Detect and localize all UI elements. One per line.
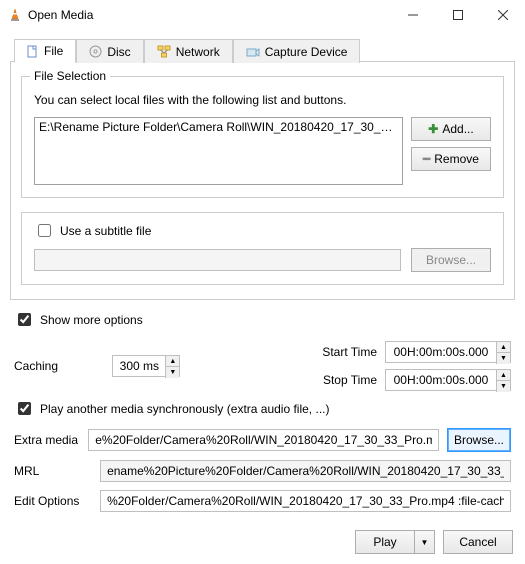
start-time-label: Start Time — [312, 345, 377, 359]
close-button[interactable] — [480, 0, 525, 30]
play-split-button[interactable]: Play ▼ — [355, 530, 435, 554]
footer: Play ▼ Cancel — [0, 520, 525, 564]
tab-disc[interactable]: Disc — [76, 39, 143, 63]
show-more-label: Show more options — [40, 313, 143, 327]
group-legend: File Selection — [30, 69, 110, 83]
spinner-down[interactable]: ▼ — [165, 367, 179, 378]
extra-media-browse-button[interactable]: Browse... — [447, 428, 511, 452]
file-list[interactable]: E:\Rename Picture Folder\Camera Roll\WIN… — [34, 117, 403, 185]
cancel-button[interactable]: Cancel — [443, 530, 513, 554]
stop-time-spinner[interactable]: ▲▼ — [385, 369, 511, 391]
tabs: File Disc Network Capture Device — [14, 39, 515, 63]
tab-panel-file: File Selection You can select local file… — [10, 61, 515, 300]
mrl-input[interactable] — [100, 460, 511, 482]
add-button[interactable]: ✚ Add... — [411, 117, 491, 141]
minimize-button[interactable] — [390, 0, 435, 30]
use-subtitle-label: Use a subtitle file — [60, 224, 151, 238]
network-icon — [157, 45, 171, 58]
minus-icon: ━ — [423, 153, 430, 165]
subtitle-path-input — [34, 249, 401, 271]
disc-icon — [89, 45, 102, 58]
caching-label: Caching — [14, 359, 109, 373]
stop-time-input[interactable] — [386, 370, 496, 390]
play-another-label: Play another media synchronously (extra … — [40, 402, 329, 416]
play-dropdown[interactable]: ▼ — [415, 530, 435, 554]
caching-spinner[interactable]: ▲▼ — [112, 355, 180, 377]
file-list-item[interactable]: E:\Rename Picture Folder\Camera Roll\WIN… — [39, 120, 398, 134]
use-subtitle-checkbox[interactable] — [38, 224, 51, 237]
tab-network[interactable]: Network — [144, 39, 233, 63]
file-selection-hint: You can select local files with the foll… — [34, 93, 491, 107]
subtitle-group: Use a subtitle file Browse... — [21, 212, 504, 285]
chevron-down-icon: ▼ — [421, 538, 429, 547]
spinner-up[interactable]: ▲ — [165, 356, 179, 367]
tab-file[interactable]: File — [14, 39, 76, 63]
tab-capture[interactable]: Capture Device — [233, 39, 361, 63]
window-title: Open Media — [28, 8, 390, 22]
tab-label: File — [44, 44, 63, 58]
start-time-spinner[interactable]: ▲▼ — [385, 341, 511, 363]
capture-icon — [246, 46, 260, 58]
titlebar: Open Media — [0, 0, 525, 30]
options-area: Show more options Caching ▲▼ Start Time … — [10, 310, 515, 512]
extra-media-input[interactable] — [88, 429, 439, 451]
spinner-down[interactable]: ▼ — [496, 353, 510, 364]
show-more-checkbox[interactable] — [18, 313, 31, 326]
play-button[interactable]: Play — [355, 530, 415, 554]
tab-label: Capture Device — [265, 45, 348, 59]
edit-options-input[interactable] — [100, 490, 511, 512]
play-another-checkbox[interactable] — [18, 402, 31, 415]
subtitle-browse-button: Browse... — [411, 248, 491, 272]
plus-icon: ✚ — [428, 123, 438, 135]
start-time-input[interactable] — [386, 342, 496, 362]
spinner-up[interactable]: ▲ — [496, 342, 510, 353]
stop-time-label: Stop Time — [312, 373, 377, 387]
extra-media-label: Extra media — [14, 433, 80, 447]
remove-button[interactable]: ━ Remove — [411, 147, 491, 171]
app-icon — [8, 8, 22, 22]
spinner-down[interactable]: ▼ — [496, 381, 510, 392]
file-icon — [27, 45, 39, 58]
tab-label: Network — [176, 45, 220, 59]
spinner-up[interactable]: ▲ — [496, 370, 510, 381]
mrl-label: MRL — [14, 464, 92, 478]
maximize-button[interactable] — [435, 0, 480, 30]
edit-options-label: Edit Options — [14, 494, 92, 508]
tab-label: Disc — [107, 45, 130, 59]
file-selection-group: File Selection You can select local file… — [21, 76, 504, 198]
caching-input[interactable] — [113, 356, 165, 376]
